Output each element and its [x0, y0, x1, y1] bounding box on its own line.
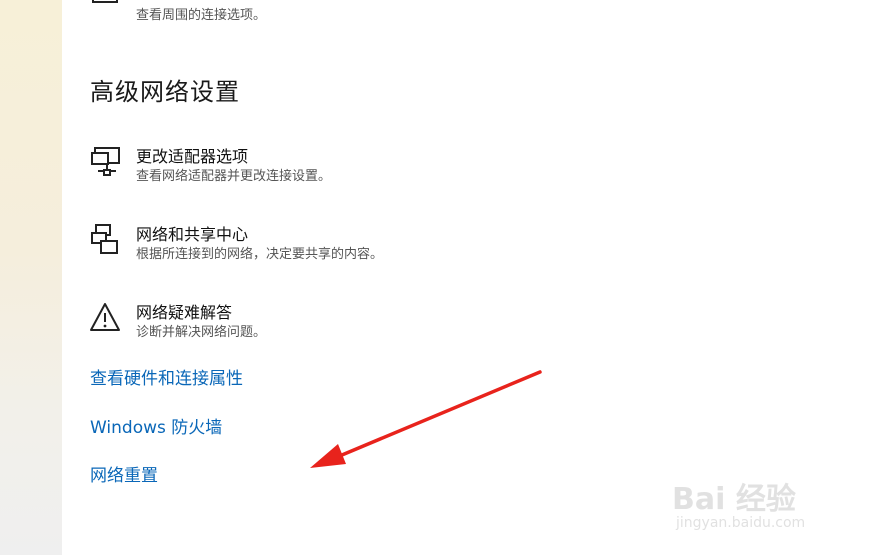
item-title: 网络和共享中心 — [136, 225, 249, 244]
watermark-brand: Bai 经验 — [672, 482, 796, 517]
section-title: 高级网络设置 — [90, 78, 240, 106]
monitor-network-icon — [92, 0, 118, 3]
item-title: 网络疑难解答 — [136, 303, 233, 322]
item-desc: 诊断并解决网络问题。 — [136, 325, 267, 340]
windows-firewall-link[interactable]: Windows 防火墙 — [90, 413, 222, 438]
item-desc: 根据所连接到的网络，决定要共享的内容。 — [136, 247, 384, 262]
item-desc: 查看网络适配器并更改连接设置。 — [136, 169, 332, 184]
top-item-desc: 查看周围的连接选项。 — [136, 8, 267, 23]
baidu-watermark: Bai 经验 jingyan.baidu.com — [672, 460, 842, 540]
network-sharing-icon — [91, 224, 118, 254]
top-partial-item[interactable]: 查看周围的连接选项。 — [90, 0, 266, 26]
left-sidebar-strip — [0, 0, 62, 555]
warning-triangle-icon — [90, 303, 120, 331]
item-title: 更改适配器选项 — [136, 147, 249, 166]
change-adapter-options-item[interactable]: 更改适配器选项 查看网络适配器并更改连接设置。 — [90, 147, 331, 187]
network-troubleshooter-item[interactable]: 网络疑难解答 诊断并解决网络问题。 — [90, 303, 266, 343]
monitor-network-icon — [91, 147, 120, 176]
watermark-url: jingyan.baidu.com — [676, 515, 806, 531]
network-reset-link[interactable]: 网络重置 — [90, 461, 158, 486]
network-sharing-center-item[interactable]: 网络和共享中心 根据所连接到的网络，决定要共享的内容。 — [90, 224, 384, 265]
hardware-connection-properties-link[interactable]: 查看硬件和连接属性 — [90, 364, 243, 389]
